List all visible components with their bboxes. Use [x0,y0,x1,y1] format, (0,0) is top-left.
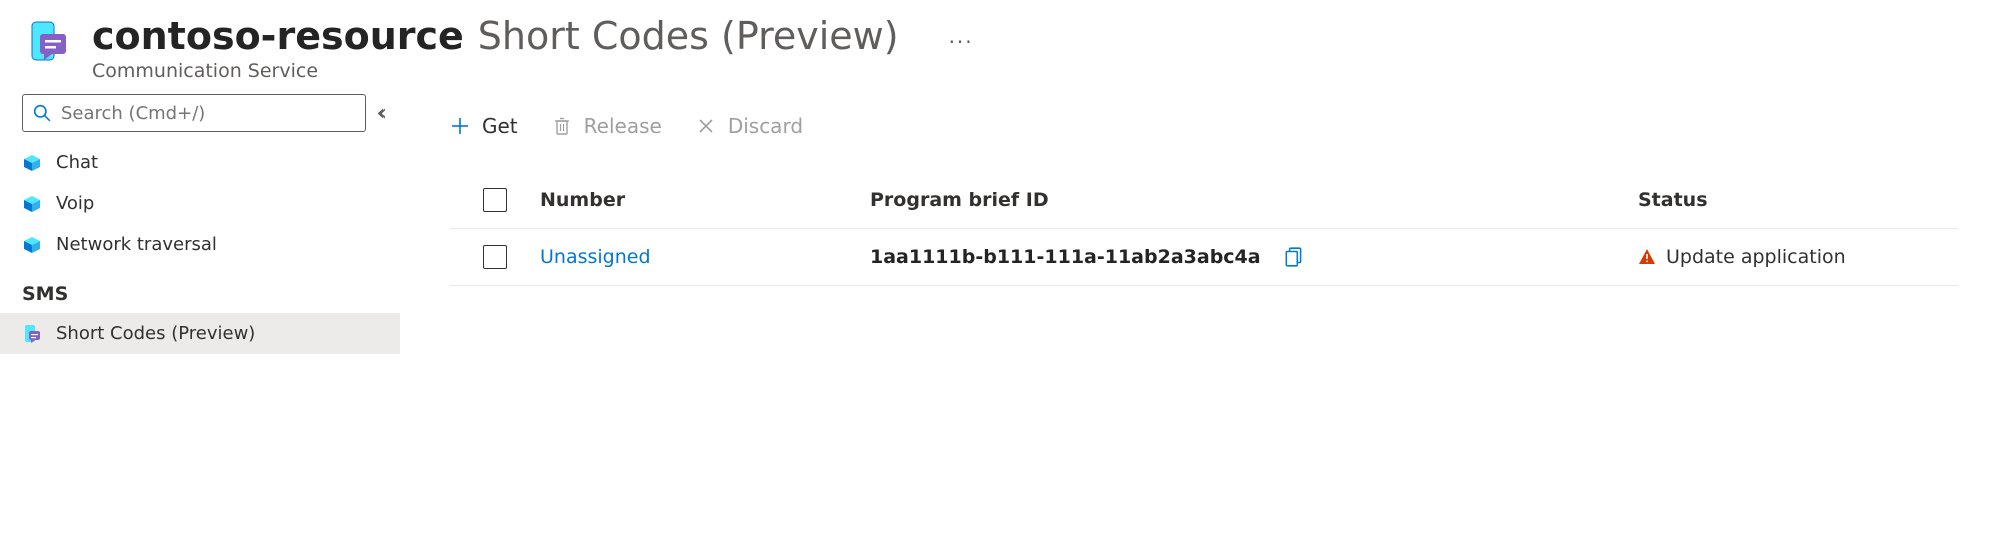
sidebar-item-network-traversal[interactable]: Network traversal [0,224,400,265]
plus-icon [450,116,470,136]
status-text: Update application [1666,246,1846,268]
cube-icon [22,153,42,173]
short-codes-table: Number Program brief ID Status Unassigne… [450,172,1958,286]
get-button-label: Get [482,114,518,138]
table-row[interactable]: Unassigned 1aa1111b-b111-111a-11ab2a3abc… [450,229,1958,286]
page-title: Short Codes (Preview) [478,14,899,58]
more-button[interactable]: ··· [949,30,974,54]
column-header-status[interactable]: Status [1638,189,1958,211]
program-brief-id: 1aa1111b-b111-111a-11ab2a3abc4a [870,246,1261,268]
get-button[interactable]: Get [450,110,518,142]
column-header-number[interactable]: Number [540,189,870,211]
sidebar-item-label: Network traversal [56,234,217,255]
column-header-brief-id[interactable]: Program brief ID [870,189,1638,211]
discard-button: Discard [696,110,803,142]
sidebar-item-label: Voip [56,193,94,214]
sidebar-item-label: Chat [56,152,98,173]
sidebar-item-chat[interactable]: Chat [0,142,400,183]
sidebar-item-label: Short Codes (Preview) [56,323,255,344]
sidebar-item-voip[interactable]: Voip [0,183,400,224]
number-link[interactable]: Unassigned [540,246,651,268]
discard-button-label: Discard [728,114,803,138]
short-codes-icon [22,324,42,344]
sidebar-item-short-codes[interactable]: Short Codes (Preview) [0,313,400,354]
service-type-label: Communication Service [92,60,974,82]
release-button-label: Release [584,114,662,138]
collapse-sidebar-button[interactable]: ‹‹ [376,101,386,126]
resource-name: contoso-resource [92,14,464,58]
communication-service-icon [26,20,70,64]
trash-icon [552,116,572,136]
search-input[interactable] [61,103,355,124]
x-icon [696,116,716,136]
cube-icon [22,194,42,214]
search-icon [33,104,51,122]
release-button: Release [552,110,662,142]
warning-icon [1638,248,1656,266]
sidebar-section-sms: SMS [0,265,400,313]
cube-icon [22,235,42,255]
copy-icon[interactable] [1283,246,1305,268]
select-all-checkbox[interactable] [483,188,507,212]
row-checkbox[interactable] [483,245,507,269]
search-box[interactable] [22,94,366,132]
